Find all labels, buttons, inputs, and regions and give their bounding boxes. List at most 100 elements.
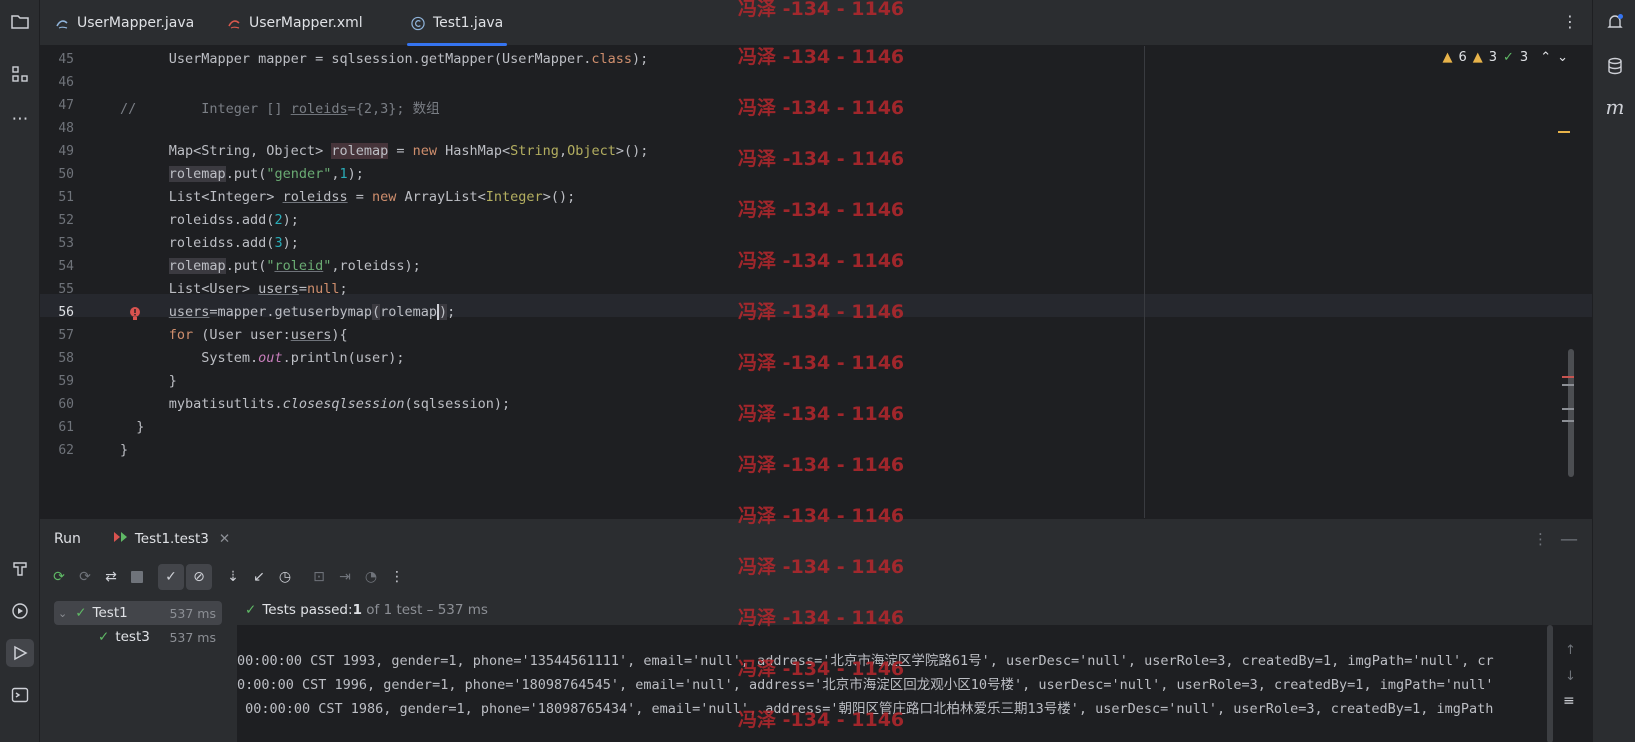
- watermark-text: 冯泽 -134 - 1146: [738, 607, 905, 629]
- watermark-text: 冯泽 -134 - 1146: [738, 658, 905, 680]
- tab-usermapper-java[interactable]: UserMapper.java: [55, 0, 194, 46]
- code-line-60: mybatisutlits.closesqlsession(sqlsession…: [120, 396, 511, 412]
- collapse-all-icon[interactable]: ↙: [246, 564, 272, 590]
- scroll-up-icon[interactable]: ↑: [1565, 643, 1576, 658]
- toggle-auto-test-icon[interactable]: ⇄: [98, 564, 124, 590]
- line-number: 54: [58, 259, 74, 274]
- soft-wrap-icon[interactable]: ≡: [1563, 693, 1575, 709]
- run-tool-icon[interactable]: [6, 639, 34, 667]
- tab-test1-java[interactable]: Test1.java: [407, 0, 508, 46]
- code-line-58: System.out.println(user);: [120, 350, 405, 366]
- tab-options-icon[interactable]: ⋮: [1562, 12, 1578, 31]
- maven-icon[interactable]: m: [1601, 93, 1629, 121]
- inspection-widget[interactable]: ▲ 6 ▲ 3 ✓ 3 ⌃ ⌄: [1442, 50, 1568, 65]
- code-line-54: rolemap.put("roleid",roleidss);: [168, 258, 421, 274]
- database-icon[interactable]: [1601, 52, 1629, 80]
- sort-by-duration-icon[interactable]: ◷: [272, 564, 298, 590]
- show-ignored-icon[interactable]: ⊘: [186, 564, 212, 590]
- line-number: 53: [58, 236, 74, 251]
- sort-alphabetically-icon[interactable]: ⇣: [220, 564, 246, 590]
- panel-options-icon[interactable]: ⋮: [1533, 530, 1548, 548]
- status-suffix: of 1 test – 537 ms: [361, 602, 488, 618]
- scroll-marker: [1562, 420, 1574, 422]
- code-line-52: roleidss.add(2);: [120, 212, 299, 228]
- tree-item-test3[interactable]: ✓ test3 537 ms: [54, 625, 222, 649]
- scroll-down-icon[interactable]: ↓: [1565, 669, 1576, 684]
- code-line-47: // Integer [] roleids={2,3}; 数组: [120, 101, 440, 117]
- minimize-panel-icon[interactable]: —: [1560, 529, 1578, 550]
- test-passed-icon: ✓: [75, 605, 87, 621]
- run-title: Run: [54, 531, 81, 547]
- line-number: 47: [58, 98, 74, 113]
- chevron-up-icon[interactable]: ⌃: [1540, 50, 1551, 65]
- watermark-text: 冯泽 -134 - 1146: [738, 148, 905, 170]
- close-tab-icon[interactable]: ✕: [219, 531, 230, 547]
- status-count: 1: [352, 602, 362, 618]
- warning-count: 6: [1458, 50, 1467, 65]
- more-actions-icon[interactable]: ⋮: [384, 564, 410, 590]
- stop-icon[interactable]: [124, 564, 150, 590]
- line-number: 51: [58, 190, 74, 205]
- rerun-icon[interactable]: ⟳: [46, 564, 72, 590]
- chevron-down-icon[interactable]: ⌄: [58, 607, 67, 620]
- line-number: 62: [58, 443, 74, 458]
- line-number: 57: [58, 328, 74, 343]
- tab-usermapper-xml[interactable]: UserMapper.xml: [227, 0, 363, 46]
- watermark-text: 冯泽 -134 - 1146: [738, 199, 905, 221]
- current-line-number: 56: [58, 305, 74, 320]
- show-passed-icon[interactable]: ✓: [158, 564, 184, 590]
- tests-status-bar: ✓ Tests passed: 1 of 1 test – 537 ms: [237, 595, 1592, 625]
- watermark-text: 冯泽 -134 - 1146: [738, 403, 905, 425]
- code-line-59: }: [120, 373, 177, 389]
- rerun-failed-icon[interactable]: ⟳: [72, 564, 98, 590]
- line-number: 48: [58, 121, 74, 136]
- scroll-marker: [1562, 408, 1574, 410]
- build-hammer-icon[interactable]: [6, 555, 34, 583]
- editor-scrollbar[interactable]: [1568, 349, 1574, 477]
- right-margin-guide: [1144, 46, 1145, 518]
- tests-passed-icon: ✓: [245, 602, 257, 618]
- scroll-marker: [1562, 384, 1574, 386]
- camera-icon[interactable]: ⊡: [306, 564, 332, 590]
- watermark-text: 冯泽 -134 - 1146: [738, 454, 905, 476]
- line-number: 46: [58, 75, 74, 90]
- structure-icon[interactable]: [6, 60, 34, 88]
- watermark-text: 冯泽 -134 - 1146: [738, 352, 905, 374]
- code-line-49: Map<String, Object> rolemap = new HashMa…: [120, 143, 649, 159]
- code-line-53: roleidss.add(3);: [120, 235, 299, 251]
- watermark-text: 冯泽 -134 - 1146: [738, 301, 905, 323]
- watermark-text: 冯泽 -134 - 1146: [738, 505, 905, 527]
- chevron-down-icon[interactable]: ⌄: [1557, 50, 1568, 65]
- ok-count: 3: [1519, 50, 1529, 65]
- xml-file-icon: [227, 16, 241, 30]
- test-run-icon: [113, 530, 129, 548]
- line-number: 58: [58, 351, 74, 366]
- notifications-bell-icon[interactable]: [1601, 8, 1629, 36]
- project-folder-icon[interactable]: [6, 8, 34, 36]
- tree-item-test1[interactable]: ⌄ ✓ Test1 537 ms: [54, 601, 222, 625]
- code-line-57: for (User user:users){: [168, 327, 348, 343]
- code-line-51: List<Integer> roleidss = new ArrayList<I…: [120, 189, 576, 205]
- console-scrollbar[interactable]: [1547, 625, 1553, 742]
- import-tests-icon[interactable]: ⇥: [332, 564, 358, 590]
- status-prefix: Tests passed:: [262, 602, 353, 618]
- terminal-icon[interactable]: [6, 681, 34, 709]
- code-line-55: List<User> users=null;: [120, 281, 348, 297]
- more-tools-icon[interactable]: ⋯: [6, 105, 34, 133]
- scroll-marker-error: [1562, 376, 1574, 378]
- test-passed-icon: ✓: [98, 629, 110, 645]
- coverage-icon[interactable]: ◔: [358, 564, 384, 590]
- left-tool-strip: ⋯: [0, 0, 40, 742]
- scroll-marker-warning: [1558, 131, 1570, 133]
- watermark-text: 冯泽 -134 - 1146: [738, 250, 905, 272]
- weak-warning-count: 3: [1488, 50, 1497, 65]
- check-icon: ✓: [1503, 50, 1514, 65]
- code-line-50: rolemap.put("gender",1);: [168, 166, 364, 182]
- services-icon[interactable]: [6, 597, 34, 625]
- line-number: 61: [58, 420, 74, 435]
- line-number: 45: [58, 52, 74, 67]
- run-config-tab[interactable]: Test1.test3 ✕: [113, 530, 230, 548]
- watermark-text: 冯泽 -134 - 1146: [738, 46, 905, 68]
- console-output[interactable]: ✓ Tests passed: 1 of 1 test – 537 ms 00:…: [237, 595, 1592, 742]
- right-tool-strip: m: [1592, 0, 1635, 742]
